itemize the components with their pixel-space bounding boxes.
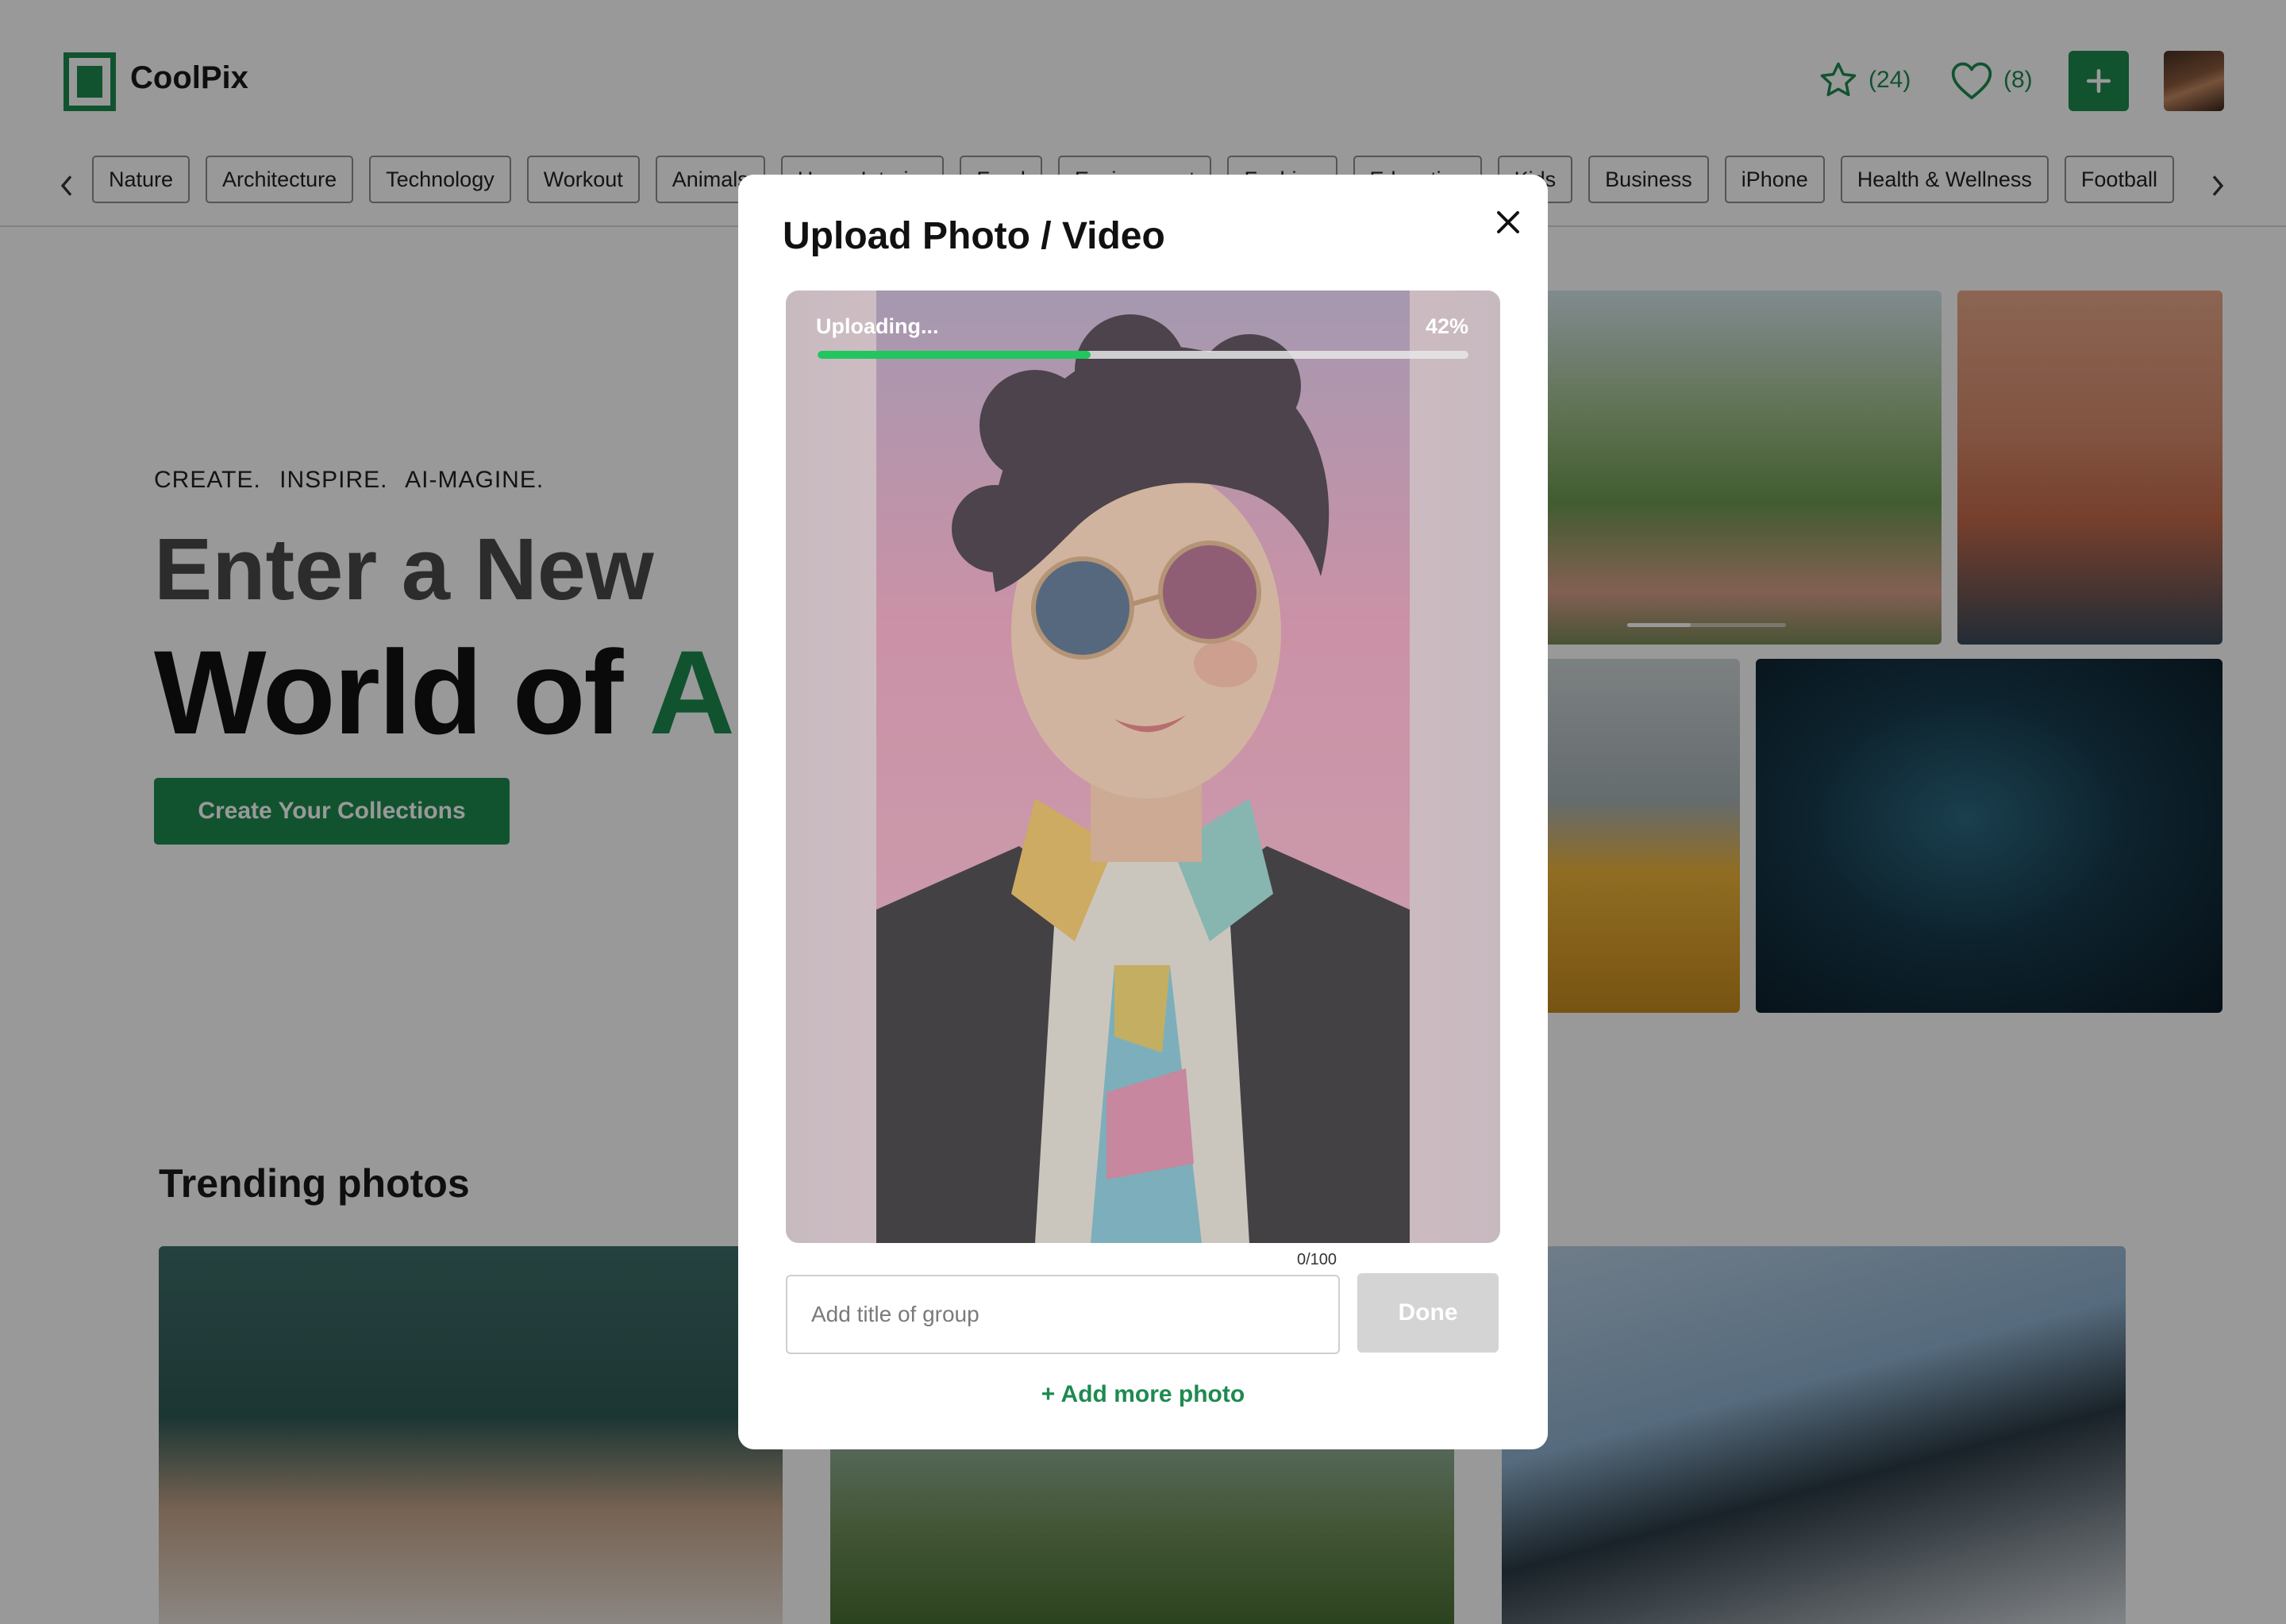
- upload-preview: Uploading... 42%: [786, 291, 1500, 1243]
- upload-progress-fill: [818, 351, 1091, 359]
- upload-percent: 42%: [1425, 314, 1468, 338]
- preview-dim-overlay: [786, 291, 1500, 1243]
- upload-progress-track: [818, 351, 1468, 359]
- upload-status-label: Uploading...: [816, 314, 939, 338]
- close-icon: [1497, 211, 1519, 233]
- group-title-input[interactable]: [786, 1275, 1340, 1354]
- done-button[interactable]: Done: [1357, 1273, 1499, 1353]
- modal-title: Upload Photo / Video: [783, 215, 1165, 257]
- add-more-photo-link[interactable]: + Add more photo: [738, 1381, 1548, 1408]
- close-button[interactable]: [1486, 200, 1530, 244]
- char-counter: 0/100: [1297, 1251, 1337, 1268]
- upload-modal: Upload Photo / Video Uploading... 42% 0/…: [738, 175, 1548, 1449]
